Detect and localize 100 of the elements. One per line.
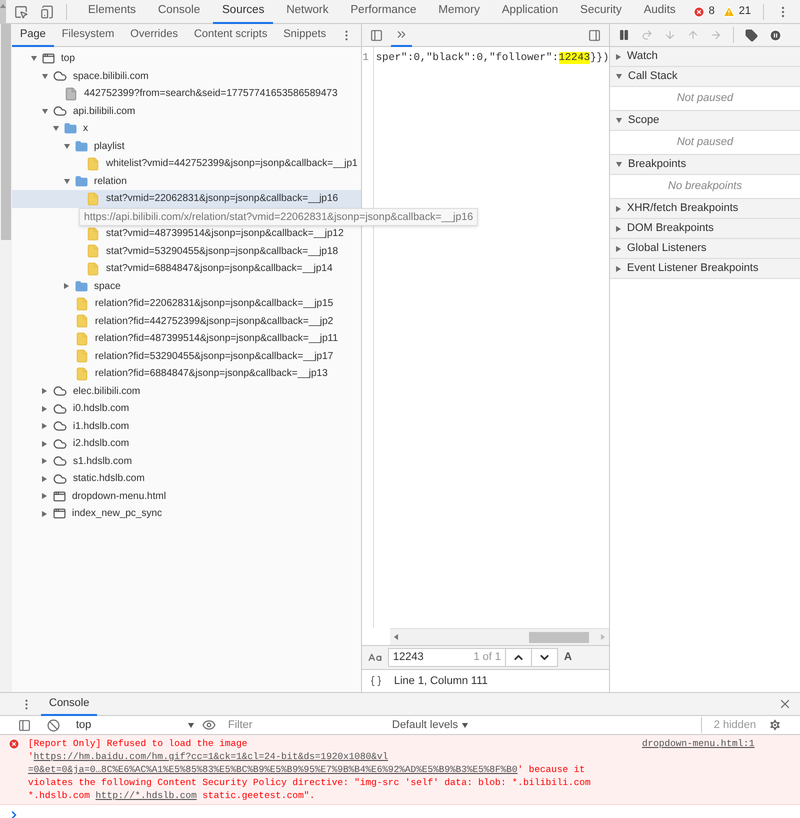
navigator-tab[interactable]: Filesystem <box>54 24 122 46</box>
context-select[interactable]: top <box>76 716 194 734</box>
horizontal-scrollbar-thumb[interactable] <box>529 632 589 642</box>
panel-tab[interactable]: Application <box>492 0 568 24</box>
expanded-triangle-icon[interactable] <box>616 162 622 167</box>
panel-tab[interactable]: Elements <box>79 0 145 24</box>
pause-on-exceptions-icon[interactable] <box>769 28 782 42</box>
collapsed-triangle-icon[interactable] <box>64 283 69 290</box>
collapsed-triangle-icon[interactable] <box>616 226 621 232</box>
expanded-triangle-icon[interactable] <box>64 144 70 149</box>
tree-row[interactable]: stat?vmid=22062831&jsonp=jsonp&callback=__jp16 <box>12 190 361 208</box>
toggle-debugger-icon[interactable] <box>588 28 601 42</box>
tree-row[interactable]: playlist <box>12 138 361 155</box>
collapsed-triangle-icon[interactable] <box>616 206 621 212</box>
panel-tab[interactable]: Network <box>277 0 338 24</box>
tree-row[interactable]: relation?fid=53290455&jsonp=jsonp&callback=__jp17 <box>12 348 361 365</box>
collapsed-triangle-icon[interactable] <box>616 266 621 272</box>
panel-tab[interactable]: Audits <box>634 0 685 24</box>
scroll-left-icon[interactable] <box>394 634 398 640</box>
sidebar-icon[interactable] <box>18 718 31 732</box>
tree-row[interactable]: index_new_pc_sync <box>12 505 361 522</box>
scrollbar-thumb[interactable] <box>1 24 11 240</box>
tree-row[interactable]: elec.bilibili.com <box>12 382 361 400</box>
panel-tab[interactable]: Console <box>148 0 210 24</box>
collapsed-triangle-icon[interactable] <box>42 388 47 394</box>
tree-row[interactable]: i2.hdslb.com <box>12 435 361 452</box>
collapsed-triangle-icon[interactable] <box>42 458 47 464</box>
cloud-icon <box>53 454 67 468</box>
expanded-triangle-icon[interactable] <box>616 74 622 79</box>
tree-row[interactable]: api.bilibili.com <box>12 102 361 120</box>
tree-row[interactable]: stat?vmid=487399514&jsonp=jsonp&callback=__jp12 <box>12 225 361 242</box>
tree-row[interactable]: space.bilibili.com <box>12 68 361 85</box>
message-link[interactable]: =0&et=0&ja=0…8C%E6%AC%A1%E5%85%83%E5%BC%B9%E5%B9%95%E7%9B%B4%E6%92%AD%E5%B9%B3%E5%8F%B0 <box>28 764 518 775</box>
navigator-tab[interactable]: Content scripts <box>186 24 276 46</box>
tree-row[interactable]: relation?fid=442752399&jsonp=jsonp&callback=__jp2 <box>12 312 361 330</box>
collapsed-triangle-icon[interactable] <box>616 54 621 60</box>
expanded-triangle-icon[interactable] <box>52 126 58 132</box>
tree-row[interactable]: 442752399?from=search&seid=17757741653586589473 <box>12 85 361 102</box>
tree-row[interactable]: stat?vmid=53290455&jsonp=jsonp&callback=__jp18 <box>12 242 361 260</box>
tree-row[interactable]: relation <box>12 172 361 190</box>
message-link[interactable]: https://hm.baidu.com/hm.gif?cc=1&ck=1&cl=24-bit&ds=1920x1080&vl <box>34 751 388 762</box>
tree-row[interactable]: dropdown-menu.html <box>12 488 361 505</box>
deactivate-breakpoints-icon[interactable] <box>745 28 758 42</box>
collapsed-triangle-icon[interactable] <box>42 406 47 412</box>
tree-label: top <box>61 52 75 66</box>
tree-row[interactable]: whitelist?vmid=442752399&jsonp=jsonp&callback=__jp1 <box>12 155 361 172</box>
navigator-tab[interactable]: Page <box>12 24 54 46</box>
section-header[interactable]: Event Listener Breakpoints <box>610 259 800 279</box>
panel-tab[interactable]: Memory <box>429 0 489 24</box>
expanded-triangle-icon[interactable] <box>64 178 70 184</box>
panel-tab[interactable]: Performance <box>342 0 426 24</box>
expanded-triangle-icon[interactable] <box>616 118 622 123</box>
navigator-tab[interactable]: Overrides <box>122 24 186 46</box>
section-header[interactable]: Global Listeners <box>610 239 800 259</box>
tree-row[interactable]: relation?fid=487399514&jsonp=jsonp&callback=__jp11 <box>12 330 361 348</box>
inspect-icon[interactable] <box>14 4 28 18</box>
expanded-triangle-icon[interactable] <box>42 74 48 79</box>
source-link[interactable]: dropdown-menu.html:1 <box>642 737 755 750</box>
settings-icon[interactable] <box>768 718 782 732</box>
collapsed-triangle-icon[interactable] <box>42 440 47 447</box>
match-case-button[interactable]: A <box>564 649 572 666</box>
clear-icon[interactable] <box>47 718 60 732</box>
section-header[interactable]: Breakpoints <box>610 155 800 175</box>
panel-tab[interactable]: Security <box>571 0 631 24</box>
expanded-triangle-icon[interactable] <box>42 108 48 114</box>
tree-row[interactable]: x <box>12 120 361 138</box>
section-header[interactable]: Call Stack <box>610 67 800 87</box>
pause-icon[interactable] <box>618 29 630 41</box>
tree-label: space.bilibili.com <box>73 70 149 84</box>
toggle-navigator-icon[interactable] <box>370 28 383 42</box>
tree-row[interactable]: space <box>12 278 361 295</box>
pretty-print-icon[interactable] <box>370 675 382 687</box>
section-header[interactable]: Scope <box>610 111 800 131</box>
section-header[interactable]: Watch <box>610 47 800 67</box>
section-header[interactable]: XHR/fetch Breakpoints <box>610 199 800 219</box>
collapsed-triangle-icon[interactable] <box>42 476 47 482</box>
close-icon[interactable] <box>778 697 792 711</box>
tree-row[interactable]: stat?vmid=6884847&jsonp=jsonp&callback=__jp14 <box>12 260 361 278</box>
tree-row[interactable]: static.hdslb.com <box>12 470 361 488</box>
message-link[interactable]: http://*.hdslb.com <box>96 790 197 801</box>
device-icon[interactable] <box>40 4 54 18</box>
levels-dropdown[interactable]: Default levels <box>392 716 468 734</box>
tree-row[interactable]: i0.hdslb.com <box>12 400 361 418</box>
tree-label: relation <box>94 174 127 189</box>
collapsed-triangle-icon[interactable] <box>42 493 47 500</box>
tree-row[interactable]: s1.hdslb.com <box>12 452 361 470</box>
tree-row[interactable]: relation?fid=6884847&jsonp=jsonp&callback=__jp13 <box>12 365 361 382</box>
search-field[interactable]: 12243 1 of 1 <box>388 648 558 667</box>
collapsed-triangle-icon[interactable] <box>616 246 621 252</box>
tree-row[interactable]: top <box>12 50 361 68</box>
tree-row[interactable]: i1.hdslb.com <box>12 418 361 435</box>
collapsed-triangle-icon[interactable] <box>42 423 47 430</box>
frame-icon <box>53 490 66 503</box>
expanded-triangle-icon[interactable] <box>30 56 36 62</box>
section-header[interactable]: DOM Breakpoints <box>610 219 800 239</box>
navigator-tab[interactable]: Snippets <box>275 24 334 46</box>
tree-row[interactable]: relation?fid=22062831&jsonp=jsonp&callback=__jp15 <box>12 295 361 312</box>
eye-icon[interactable] <box>202 718 216 732</box>
drawer-tab[interactable]: Console <box>41 692 98 716</box>
collapsed-triangle-icon[interactable] <box>42 510 47 517</box>
